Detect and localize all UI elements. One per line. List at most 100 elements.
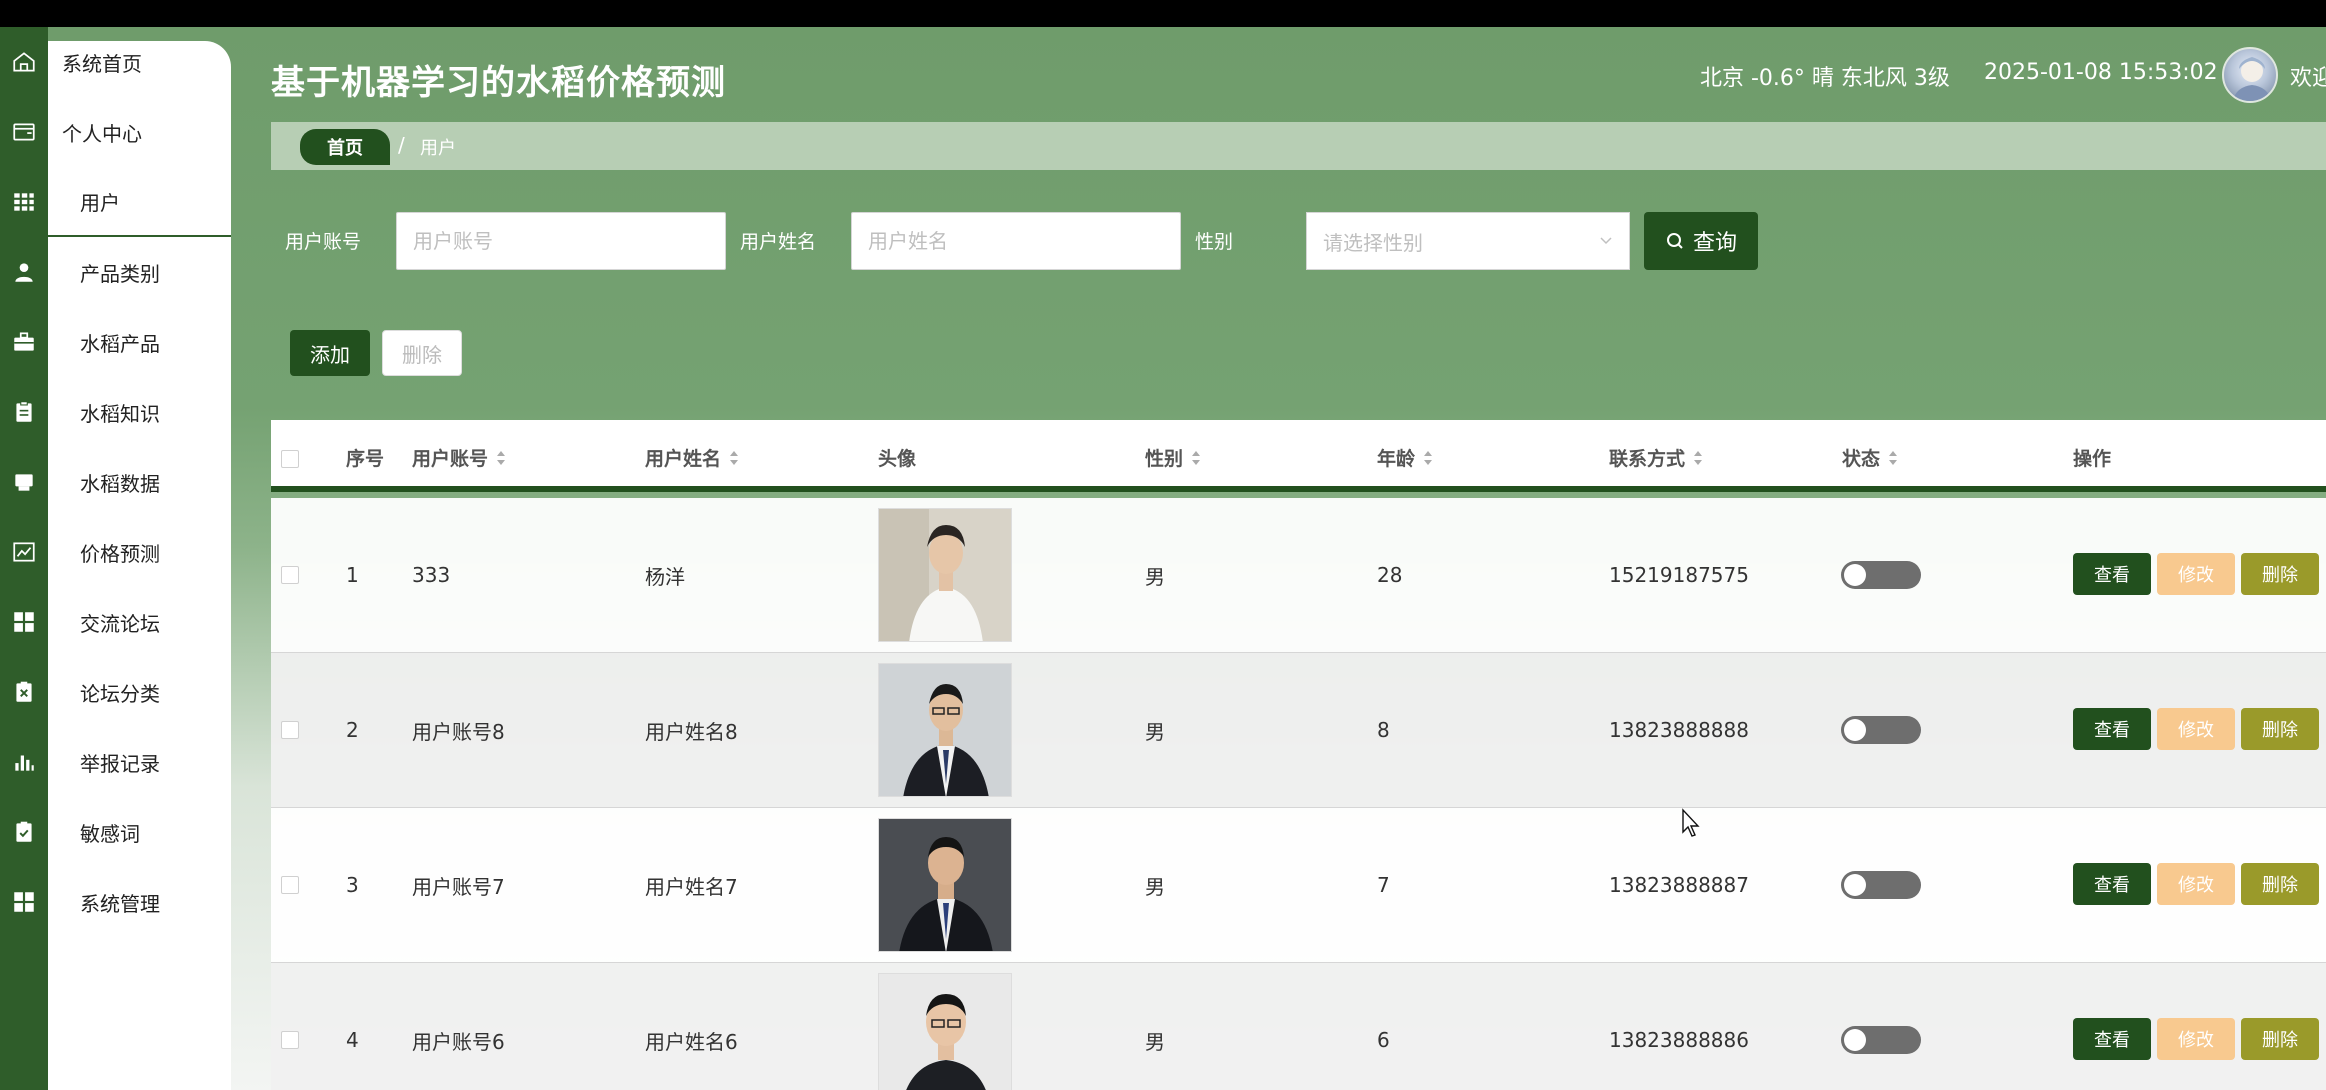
query-button[interactable]: 查询 bbox=[1644, 212, 1758, 270]
chevron-down-icon bbox=[1600, 237, 1612, 245]
sort-icon[interactable] bbox=[1191, 450, 1201, 466]
row-checkbox[interactable] bbox=[281, 1031, 299, 1049]
home-icon[interactable] bbox=[0, 27, 48, 97]
column-header-label: 用户姓名 bbox=[645, 448, 722, 470]
sidebar-item-rice-data[interactable]: 水稻数据 bbox=[48, 447, 231, 517]
cell-name: 用户姓名7 bbox=[645, 874, 738, 899]
cell-age: 8 bbox=[1377, 718, 1390, 742]
view-button[interactable]: 查看 bbox=[2073, 708, 2151, 750]
cell-index: 1 bbox=[346, 563, 359, 587]
sidebar-item-label: 水稻数据 bbox=[80, 471, 160, 496]
sidebar-item-price-prediction[interactable]: 价格预测 bbox=[48, 517, 231, 587]
sort-icon[interactable] bbox=[1423, 450, 1433, 466]
avatar[interactable] bbox=[2222, 47, 2278, 103]
sidebar-item-sensitive-words[interactable]: 敏感词 bbox=[48, 797, 231, 867]
sidebar-item-profile[interactable]: 个人中心 bbox=[48, 97, 231, 167]
sidebar-item-users[interactable]: 用户 bbox=[48, 167, 231, 237]
sidebar-item-label: 个人中心 bbox=[62, 121, 142, 146]
row-checkbox[interactable] bbox=[281, 566, 299, 584]
cell-gender: 男 bbox=[1145, 719, 1165, 744]
cell-phone: 13823888887 bbox=[1609, 873, 1749, 897]
row-checkbox[interactable] bbox=[281, 876, 299, 894]
column-header-label: 状态 bbox=[1842, 448, 1881, 470]
edit-button[interactable]: 修改 bbox=[2157, 553, 2235, 595]
sidebar-item-label: 用户 bbox=[80, 190, 120, 215]
column-header-index: 序号 bbox=[346, 444, 384, 471]
sidebar-item-label: 敏感词 bbox=[80, 821, 140, 846]
add-button[interactable]: 添加 bbox=[290, 330, 370, 376]
sort-icon[interactable] bbox=[1888, 450, 1898, 466]
view-button[interactable]: 查看 bbox=[2073, 863, 2151, 905]
view-button[interactable]: 查看 bbox=[2073, 1018, 2151, 1060]
delete-button[interactable]: 删除 bbox=[2241, 708, 2319, 750]
sidebar-item-label: 举报记录 bbox=[80, 751, 160, 776]
view-button[interactable]: 查看 bbox=[2073, 553, 2151, 595]
bar-chart-icon[interactable] bbox=[0, 727, 48, 797]
datetime: 2025-01-08 15:53:02 bbox=[1984, 60, 2218, 85]
icon-rail bbox=[0, 27, 48, 1090]
sort-icon[interactable] bbox=[729, 450, 739, 466]
column-header-age[interactable]: 年龄 bbox=[1377, 444, 1433, 471]
trend-icon[interactable] bbox=[0, 517, 48, 587]
sidebar-item-label: 论坛分类 bbox=[80, 681, 160, 706]
sidebar: 系统首页 个人中心 用户 产品类别 水稻产品 水稻知识 水稻数据 价格预测 交流… bbox=[48, 41, 231, 1090]
column-header-account[interactable]: 用户账号 bbox=[412, 444, 506, 471]
breadcrumb-home[interactable]: 首页 bbox=[300, 129, 390, 165]
weather-info: 北京 -0.6° 晴 东北风 3级 bbox=[1700, 66, 1950, 91]
breadcrumb: 首页 / 用户 bbox=[271, 122, 2326, 170]
name-label: 用户姓名 bbox=[740, 231, 817, 253]
sidebar-item-system-management[interactable]: 系统管理 bbox=[48, 867, 231, 937]
user-photo[interactable] bbox=[878, 973, 1012, 1090]
table-header: 序号 用户账号 用户姓名 头像 性别 年龄 联系方式 状态 操作 bbox=[271, 420, 2326, 492]
sidebar-item-home[interactable]: 系统首页 bbox=[48, 27, 231, 97]
status-toggle[interactable] bbox=[1841, 561, 1921, 589]
edit-button[interactable]: 修改 bbox=[2157, 863, 2235, 905]
user-photo[interactable] bbox=[878, 508, 1012, 642]
status-toggle[interactable] bbox=[1841, 716, 1921, 744]
printer-icon[interactable] bbox=[0, 447, 48, 517]
sidebar-item-forum[interactable]: 交流论坛 bbox=[48, 587, 231, 657]
select-all-checkbox[interactable] bbox=[281, 450, 299, 468]
sidebar-item-label: 系统首页 bbox=[62, 51, 142, 76]
column-header-name[interactable]: 用户姓名 bbox=[645, 444, 739, 471]
column-header-status[interactable]: 状态 bbox=[1842, 444, 1898, 471]
delete-button[interactable]: 删除 bbox=[2241, 1018, 2319, 1060]
app-screen: 系统首页 个人中心 用户 产品类别 水稻产品 水稻知识 水稻数据 价格预测 交流… bbox=[0, 27, 2326, 1090]
app-title: 基于机器学习的水稻价格预测 bbox=[271, 63, 726, 103]
delete-button[interactable]: 删除 bbox=[2241, 863, 2319, 905]
user-photo[interactable] bbox=[878, 663, 1012, 797]
sort-icon[interactable] bbox=[1693, 450, 1703, 466]
apps-icon[interactable] bbox=[0, 867, 48, 937]
account-input[interactable] bbox=[396, 212, 726, 270]
grid-icon[interactable] bbox=[0, 167, 48, 237]
sidebar-item-reports[interactable]: 举报记录 bbox=[48, 727, 231, 797]
column-header-phone[interactable]: 联系方式 bbox=[1609, 444, 1703, 471]
clipboard-x-icon[interactable] bbox=[0, 657, 48, 727]
sidebar-item-rice-knowledge[interactable]: 水稻知识 bbox=[48, 377, 231, 447]
sort-icon[interactable] bbox=[496, 450, 506, 466]
batch-delete-button[interactable]: 删除 bbox=[382, 330, 462, 376]
sidebar-item-product-category[interactable]: 产品类别 bbox=[48, 237, 231, 307]
user-icon[interactable] bbox=[0, 237, 48, 307]
status-toggle[interactable] bbox=[1841, 1026, 1921, 1054]
sidebar-item-rice-products[interactable]: 水稻产品 bbox=[48, 307, 231, 377]
clipboard-check-icon[interactable] bbox=[0, 797, 48, 867]
briefcase-icon[interactable] bbox=[0, 307, 48, 377]
cell-account: 用户账号6 bbox=[412, 1029, 505, 1054]
sidebar-item-forum-category[interactable]: 论坛分类 bbox=[48, 657, 231, 727]
edit-button[interactable]: 修改 bbox=[2157, 1018, 2235, 1060]
apps-icon[interactable] bbox=[0, 587, 48, 657]
delete-button[interactable]: 删除 bbox=[2241, 553, 2319, 595]
user-photo[interactable] bbox=[878, 818, 1012, 952]
cell-gender: 男 bbox=[1145, 874, 1165, 899]
clipboard-icon[interactable] bbox=[0, 377, 48, 447]
row-checkbox[interactable] bbox=[281, 721, 299, 739]
column-header-gender[interactable]: 性别 bbox=[1145, 444, 1201, 471]
wallet-icon[interactable] bbox=[0, 97, 48, 167]
status-toggle[interactable] bbox=[1841, 871, 1921, 899]
edit-button[interactable]: 修改 bbox=[2157, 708, 2235, 750]
table-row: 4 用户账号6 用户姓名6 男 6 13823888886 查看 修改 删除 bbox=[271, 963, 2326, 1090]
gender-select[interactable]: 请选择性别 bbox=[1306, 212, 1630, 270]
name-input[interactable] bbox=[851, 212, 1181, 270]
account-label: 用户账号 bbox=[285, 231, 362, 253]
